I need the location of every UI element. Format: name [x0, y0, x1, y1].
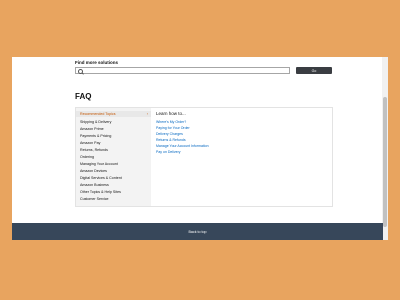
topic-business[interactable]: Amazon Business	[80, 183, 109, 187]
browser-page: Find more solutions Go FAQ Recommended T…	[12, 57, 388, 240]
topic-payments[interactable]: Payments & Pricing	[80, 134, 111, 138]
link-manage-account[interactable]: Manage Your Account Information	[156, 144, 209, 148]
faq-panel: Recommended Topics › Shipping & Delivery…	[75, 107, 333, 207]
link-paying-for-order[interactable]: Paying for Your Order	[156, 126, 190, 130]
footer: Back to top	[12, 223, 383, 240]
topic-other[interactable]: Other Topics & Help Sites	[80, 190, 121, 194]
topic-prime[interactable]: Amazon Prime	[80, 127, 104, 131]
topic-ordering[interactable]: Ordering	[80, 155, 94, 159]
link-wheres-my-order[interactable]: Where's My Order?	[156, 120, 186, 124]
back-to-top-link[interactable]: Back to top	[12, 223, 383, 240]
topic-account[interactable]: Managing Your Account	[80, 162, 118, 166]
topic-returns[interactable]: Returns, Refunds	[80, 148, 108, 152]
topic-shipping[interactable]: Shipping & Delivery	[80, 120, 111, 124]
link-delivery-charges[interactable]: Delivery Charges	[156, 132, 183, 136]
topic-amazon-pay[interactable]: Amazon Pay	[80, 141, 100, 145]
vertical-scrollbar[interactable]	[382, 57, 388, 240]
topic-digital[interactable]: Digital Services & Content	[80, 176, 122, 180]
link-pay-on-delivery[interactable]: Pay on Delivery	[156, 150, 181, 154]
search-input[interactable]	[75, 67, 290, 74]
search-icon	[78, 69, 83, 74]
topic-label: Recommended Topics	[80, 112, 116, 116]
faq-title: FAQ	[75, 92, 92, 101]
topic-customer-service[interactable]: Customer Service	[80, 197, 109, 201]
chevron-right-icon: ›	[146, 112, 148, 116]
find-solutions-label: Find more solutions	[75, 60, 119, 65]
faq-content: Learn how to... Where's My Order? Paying…	[156, 108, 326, 206]
faq-topic-sidebar: Recommended Topics › Shipping & Delivery…	[76, 108, 151, 206]
learn-heading: Learn how to...	[156, 111, 186, 116]
scrollbar-thumb[interactable]	[383, 97, 387, 227]
topic-devices[interactable]: Amazon Devices	[80, 169, 107, 173]
go-button[interactable]: Go	[296, 67, 332, 74]
link-returns-refunds[interactable]: Returns & Refunds	[156, 138, 186, 142]
topic-recommended[interactable]: Recommended Topics ›	[76, 111, 151, 117]
